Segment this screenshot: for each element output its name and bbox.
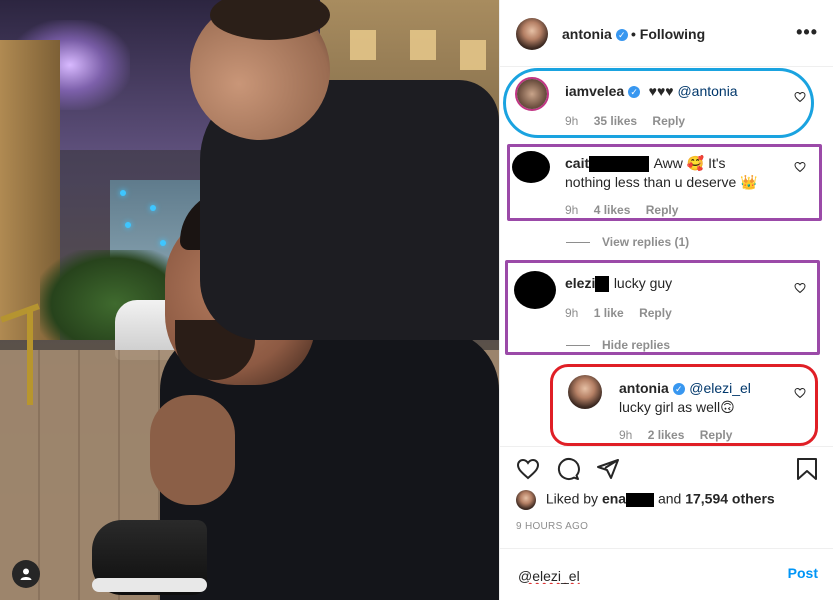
photo-window [460,40,486,70]
photo-light [120,190,126,196]
redaction-bar [595,275,610,292]
more-options-icon[interactable]: ••• [796,22,818,43]
comment-body: iamvelea ✓ ♥♥♥ @antonia [565,83,785,101]
comment-username[interactable]: elezi [565,275,595,291]
comment-body: cait Aww 🥰 It's nothing less than u dese… [565,154,765,192]
following-button[interactable]: Following [640,26,705,42]
author-username-text[interactable]: antonia [562,26,612,42]
likes-mid: and [654,490,686,507]
post-button[interactable]: Post [788,565,818,581]
separator-dot: • [631,26,636,42]
comment-username[interactable]: antonia [619,380,669,396]
comment-time[interactable]: 9h [619,428,632,442]
hide-replies-label[interactable]: Hide replies [602,338,670,352]
liker-username[interactable]: ena [602,491,626,507]
view-replies-button[interactable]: View replies (1) [566,235,689,249]
author-avatar[interactable] [516,18,548,50]
user-tag-icon[interactable] [12,560,40,588]
comment-text: lucky guy [613,275,673,291]
photo-light [150,205,156,211]
comment-text: lucky girl as well🙃 [619,399,735,415]
like-heart-icon[interactable] [516,457,540,481]
divider-line [566,345,590,347]
comment-likes[interactable]: 4 likes [594,203,631,217]
post-header: antonia ✓ • Following ••• [500,0,833,67]
verified-icon: ✓ [672,382,685,395]
post-timestamp[interactable]: 9 HOURS AGO [516,521,588,532]
likes-prefix: Liked by [545,490,602,507]
photo-window [410,30,436,60]
action-bar [500,446,833,487]
post-side-panel: antonia ✓ • Following ••• iamvelea ✓ ♥♥♥ @… [499,0,833,600]
comment-time[interactable]: 9h [565,203,578,217]
verified-icon: ✓ [628,85,641,98]
comment-item: elezi lucky guy 9h 1 like Reply Hide rep… [500,263,833,352]
save-bookmark-icon[interactable] [796,457,818,481]
reply-item: antonia ✓ @elezi_el lucky girl as well🙃 9… [500,367,833,445]
person-icon [20,568,32,580]
reply-button[interactable]: Reply [646,203,679,217]
comment-time[interactable]: 9h [565,306,578,320]
comment-text: ♥♥♥ [648,83,678,99]
comment-item: iamvelea ✓ ♥♥♥ @antonia 9h 35 likes Reply [500,67,833,139]
comment-likes[interactable]: 35 likes [594,114,637,128]
likes-count-button[interactable]: 17,594 others [685,491,775,507]
reply-button[interactable]: Reply [652,114,685,128]
comment-input[interactable] [516,565,770,587]
liker-avatar[interactable] [516,490,536,510]
share-icon[interactable] [596,457,620,481]
comment-meta: 9h 2 likes Reply [619,428,744,442]
redaction-bar [626,493,655,507]
redacted-avatar [512,151,550,183]
comment-body: elezi lucky guy [565,275,765,293]
comment-time[interactable]: 9h [565,114,578,128]
likes-summary: Liked by ena and 17,594 others [516,490,775,510]
redaction-bar [589,155,650,172]
photo-shoe-sole [92,578,207,592]
hide-replies-button[interactable]: Hide replies [566,338,670,352]
photo-window [350,30,376,60]
comment-meta: 9h 35 likes Reply [565,114,697,128]
photo-light [160,240,166,246]
view-replies-label[interactable]: View replies (1) [602,235,689,249]
comment-meta: 9h 1 like Reply [565,306,684,320]
post-photo[interactable] [0,0,499,600]
like-heart-icon[interactable] [794,387,806,399]
commenter-avatar[interactable] [568,375,602,409]
commenter-avatar[interactable] [515,77,549,111]
reply-button[interactable]: Reply [700,428,733,442]
verified-icon: ✓ [615,29,628,42]
photo-hand [150,395,235,505]
comment-composer: Post [500,548,833,601]
comment-mention[interactable]: @elezi_el [689,380,751,396]
like-heart-icon[interactable] [794,282,806,294]
following-status[interactable]: • Following [631,26,705,42]
comment-icon[interactable] [556,457,580,481]
comment-body: antonia ✓ @elezi_el lucky girl as well🙃 [619,379,789,417]
comment-username[interactable]: iamvelea [565,83,624,99]
comment-meta: 9h 4 likes Reply [565,203,690,217]
photo-post [27,310,33,405]
divider-line [566,242,590,244]
comment-likes[interactable]: 2 likes [648,428,685,442]
author-username[interactable]: antonia ✓ [562,26,628,42]
comment-mention[interactable]: @antonia [677,83,737,99]
comments-list: iamvelea ✓ ♥♥♥ @antonia 9h 35 likes Reply… [500,67,833,445]
comment-username[interactable]: cait [565,155,589,171]
like-heart-icon[interactable] [794,91,806,103]
reply-button[interactable]: Reply [639,306,672,320]
redacted-avatar [514,271,556,309]
photo-light [125,222,131,228]
like-heart-icon[interactable] [794,161,806,173]
comment-item: cait Aww 🥰 It's nothing less than u dese… [500,145,833,225]
comment-likes[interactable]: 1 like [594,306,624,320]
